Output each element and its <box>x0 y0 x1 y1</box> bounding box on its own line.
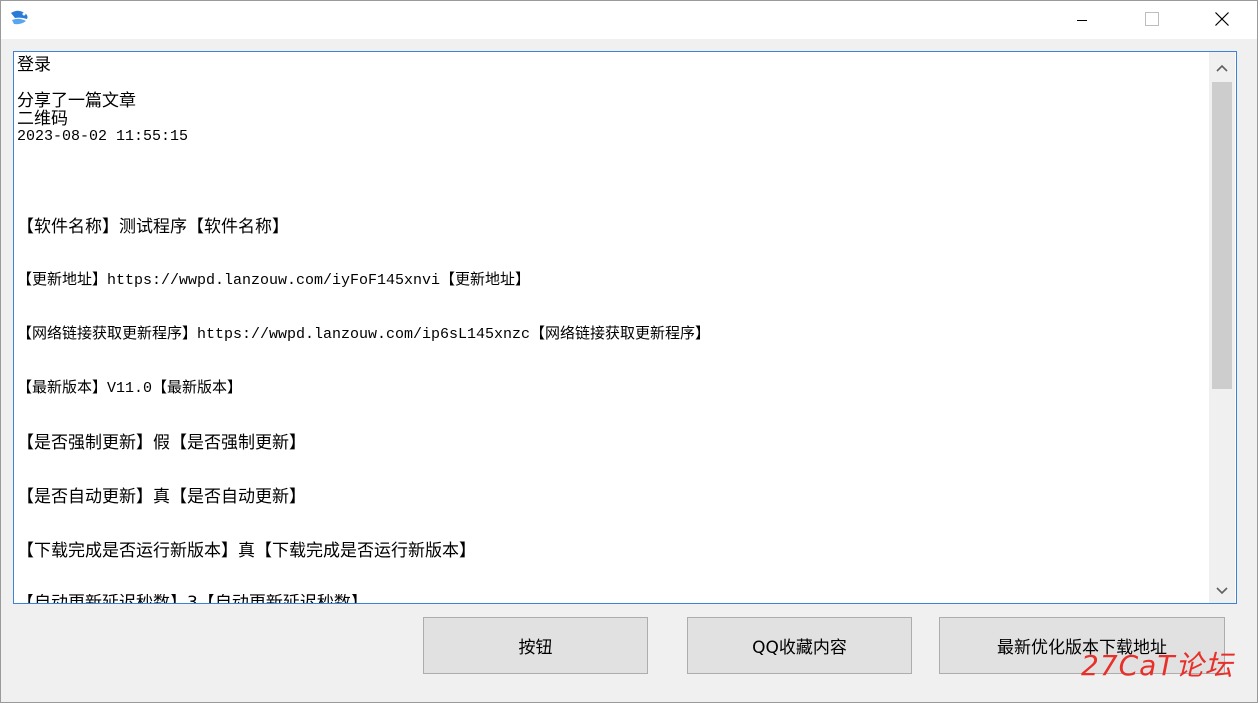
minimize-icon <box>1076 11 1088 30</box>
maximize-icon <box>1145 11 1159 30</box>
text-line: 登录 <box>17 55 51 75</box>
button[interactable]: 按钮 <box>423 617 648 674</box>
chevron-down-icon <box>1216 580 1228 599</box>
text-line: 【是否自动更新】真【是否自动更新】 <box>17 487 306 507</box>
app-icon <box>9 9 31 29</box>
text-line: 【更新地址】https://wwpd.lanzouw.com/iyFoF145x… <box>17 272 531 289</box>
text-line: 2023-08-02 11:55:15 <box>17 128 189 145</box>
text-line: 【是否强制更新】假【是否强制更新】 <box>17 433 306 453</box>
text-line: 二维码 <box>17 109 68 129</box>
textbox-content: 登录 分享了一篇文章 二维码 2023-08-02 11:55:15 【软件名称… <box>17 52 1207 603</box>
text-line: 分享了一篇文章 <box>17 91 136 111</box>
scrollbar-thumb[interactable] <box>1212 82 1232 389</box>
output-textbox[interactable]: 登录 分享了一篇文章 二维码 2023-08-02 11:55:15 【软件名称… <box>13 51 1237 604</box>
app-window: 登录 分享了一篇文章 二维码 2023-08-02 11:55:15 【软件名称… <box>0 0 1258 703</box>
scroll-down-button[interactable] <box>1209 575 1235 603</box>
close-button[interactable] <box>1187 1 1257 39</box>
maximize-button[interactable] <box>1117 1 1187 39</box>
text-line: 【最新版本】V11.0【最新版本】 <box>17 380 243 397</box>
text-line: 【自动更新延迟秒数】3【自动更新延迟秒数】 <box>17 594 368 603</box>
text-line: 【下载完成是否运行新版本】真【下载完成是否运行新版本】 <box>17 541 476 561</box>
watermark: 27CaT论坛 <box>1081 649 1234 682</box>
title-bar[interactable] <box>1 1 1257 39</box>
chevron-up-icon <box>1216 57 1228 76</box>
qq-favorites-button[interactable]: QQ收藏内容 <box>687 617 912 674</box>
text-line: 【网络链接获取更新程序】https://wwpd.lanzouw.com/ip6… <box>17 326 711 343</box>
vertical-scrollbar[interactable] <box>1209 52 1235 603</box>
text-line: 【软件名称】测试程序【软件名称】 <box>17 217 289 237</box>
scroll-up-button[interactable] <box>1209 52 1235 80</box>
minimize-button[interactable] <box>1047 1 1117 39</box>
close-icon <box>1215 11 1229 30</box>
